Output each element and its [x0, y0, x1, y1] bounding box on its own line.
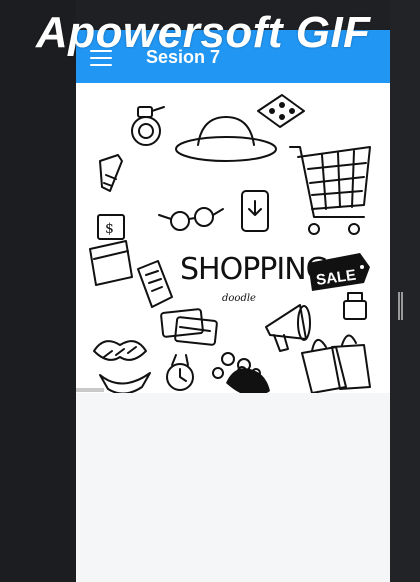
bikini-icon [93, 340, 151, 393]
receipt-icon [137, 260, 173, 308]
shopping-headline: SHOPPING [180, 252, 328, 287]
shopping-cart-icon [289, 146, 371, 235]
doodle-subtitle: doodle [222, 293, 256, 304]
right-desktop-background [390, 0, 420, 582]
megaphone-icon [265, 304, 311, 352]
empty-content-area [76, 393, 390, 582]
svg-text:$: $ [105, 221, 114, 237]
shopping-bags-icon [301, 334, 371, 393]
scroll-indicator [76, 388, 104, 392]
phone-screen: Sesion 7 $ SHOPPING doodle SALE [76, 30, 390, 582]
perfume-icon [131, 106, 165, 146]
resize-handle[interactable] [398, 292, 403, 320]
tie-icon [99, 154, 123, 192]
watch-icon [166, 354, 194, 391]
wallet-icon [89, 240, 133, 286]
money-icon: $ [97, 214, 125, 240]
credit-cards-icon [160, 308, 218, 346]
shopping-doodle-illustration: $ SHOPPING doodle SALE [89, 94, 371, 393]
coin-purse-icon [226, 366, 270, 393]
sunglasses-icon [158, 207, 224, 231]
smartphone-icon [241, 190, 269, 232]
hat-icon [175, 116, 277, 162]
left-desktop-background [0, 0, 76, 582]
makeup-palette-icon [257, 94, 305, 128]
small-perfume-icon [343, 292, 367, 320]
shopping-doodle-image: $ SHOPPING doodle SALE [76, 83, 390, 393]
watermark-logo: Apowersoft GIF [36, 8, 371, 57]
